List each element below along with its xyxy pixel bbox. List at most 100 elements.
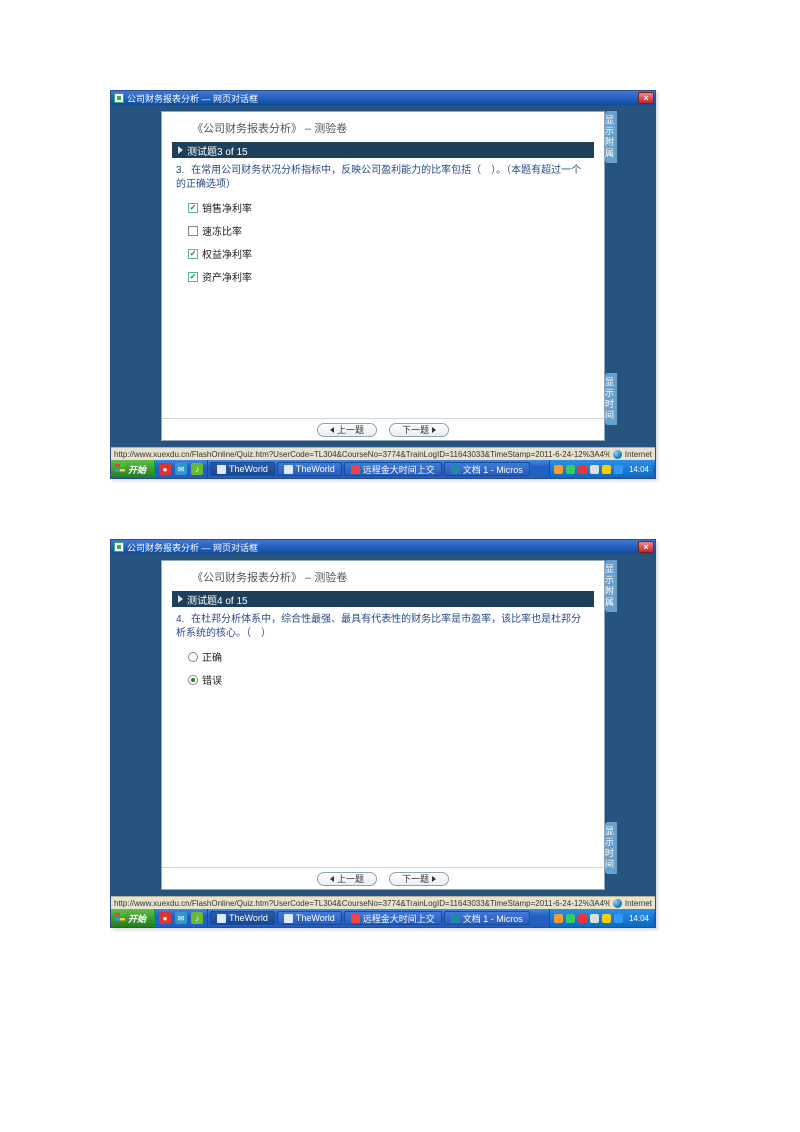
- tray-icon[interactable]: [614, 465, 623, 474]
- app-icon: [284, 465, 293, 474]
- taskbar-button[interactable]: TheWorld: [210, 911, 275, 925]
- prev-button[interactable]: 上一题: [317, 872, 377, 886]
- taskbar-button[interactable]: 文档 1 - Micros: [444, 911, 530, 925]
- screenshot-2: 公司财务报表分析 — 网页对话框 × 显示附属 显示时间 《公司财务报表分析》 …: [110, 539, 656, 928]
- app-icon: [284, 914, 293, 923]
- quick-launch-item[interactable]: ✉: [175, 463, 187, 475]
- question-progress-bar: 测试题3 of 15: [172, 142, 594, 158]
- quick-launch-item[interactable]: ♪: [191, 912, 203, 924]
- taskbar-button[interactable]: TheWorld: [277, 911, 342, 925]
- prev-button[interactable]: 上一题: [317, 423, 377, 437]
- option-label: 资产净利率: [202, 269, 252, 284]
- tray-icon[interactable]: [566, 465, 575, 474]
- tray-icon[interactable]: [554, 465, 563, 474]
- tray-icon[interactable]: [554, 914, 563, 923]
- app-icon: [217, 465, 226, 474]
- quiz-title: 《公司财务报表分析》 – 测验卷: [162, 561, 604, 589]
- side-tab-time[interactable]: 显示时间: [605, 373, 617, 425]
- screenshot-1: 公司财务报表分析 — 网页对话框 × 显示附属 显示时间 《公司财务报表分析》 …: [110, 90, 656, 479]
- question-text: 3. 在常用公司财务状况分析指标中，反映公司盈利能力的比率包括（ ）。（本题有超…: [176, 164, 590, 192]
- tray-icon[interactable]: [578, 465, 587, 474]
- browser-titlebar: 公司财务报表分析 — 网页对话框 ×: [111, 91, 655, 105]
- window-title: 公司财务报表分析 — 网页对话框: [127, 92, 638, 105]
- triangle-left-icon: [330, 427, 334, 433]
- option-row[interactable]: ✓ 速冻比率: [188, 223, 590, 238]
- options-list: ✓ 销售净利率 ✓ 速冻比率 ✓ 权益净利率 ✓: [176, 200, 590, 284]
- status-zone: Internet: [625, 450, 652, 459]
- next-label: 下一题: [402, 872, 429, 885]
- side-tab-attachments[interactable]: 显示附属: [605, 560, 617, 612]
- quick-launch-item[interactable]: ●: [159, 463, 171, 475]
- browser-statusbar: http://www.xuexdu.cn/FlashOnline/Quiz.ht…: [111, 896, 655, 909]
- tray-clock[interactable]: 14:04: [629, 465, 649, 474]
- start-button[interactable]: 开始: [111, 460, 155, 478]
- checkbox-icon[interactable]: ✓: [188, 226, 198, 236]
- next-button[interactable]: 下一题: [389, 872, 449, 886]
- tray-icon[interactable]: [578, 914, 587, 923]
- option-row[interactable]: 正确: [188, 649, 590, 664]
- tray-icon[interactable]: [590, 914, 599, 923]
- tray-icon[interactable]: [590, 465, 599, 474]
- quick-launch: ● ✉ ♪: [155, 909, 208, 927]
- browser-titlebar: 公司财务报表分析 — 网页对话框 ×: [111, 540, 655, 554]
- taskbar-button[interactable]: 文档 1 - Micros: [444, 462, 530, 476]
- taskbar-button[interactable]: TheWorld: [210, 462, 275, 476]
- quiz-card: 《公司财务报表分析》 – 测验卷 测试题4 of 15 4. 在杜邦分析体系中，…: [161, 560, 605, 890]
- taskbar-button[interactable]: 远程金大时间上交: [344, 911, 442, 925]
- checkbox-icon[interactable]: ✓: [188, 203, 198, 213]
- quick-launch-item[interactable]: ✉: [175, 912, 187, 924]
- question-number: 3.: [176, 165, 184, 176]
- tray-icon[interactable]: [566, 914, 575, 923]
- quiz-stage: 显示附属 显示时间 《公司财务报表分析》 – 测验卷 测试题3 of 15 3.…: [111, 105, 655, 447]
- close-button[interactable]: ×: [638, 92, 654, 104]
- next-button[interactable]: 下一题: [389, 423, 449, 437]
- quick-launch-item[interactable]: ♪: [191, 463, 203, 475]
- status-url: http://www.xuexdu.cn/FlashOnline/Quiz.ht…: [114, 899, 610, 908]
- windows-logo-icon: [115, 913, 125, 923]
- tray-icon[interactable]: [614, 914, 623, 923]
- taskbar-button-label: TheWorld: [229, 913, 268, 923]
- quick-launch-item[interactable]: ●: [159, 912, 171, 924]
- taskbar: 开始 ● ✉ ♪ TheWorld TheWorld 远程金大时间上交 文档: [111, 460, 655, 478]
- app-icon: [351, 914, 360, 923]
- close-button[interactable]: ×: [638, 541, 654, 553]
- question-number: 4.: [176, 614, 184, 625]
- question-progress-label: 测试题4 of 15: [187, 592, 248, 607]
- taskbar-button-label: 远程金大时间上交: [363, 463, 435, 476]
- triangle-right-icon: [432, 427, 436, 433]
- option-row[interactable]: ✓ 权益净利率: [188, 246, 590, 261]
- system-tray: 14:04: [549, 909, 653, 927]
- quick-launch: ● ✉ ♪: [155, 460, 208, 478]
- internet-zone-icon: [613, 899, 622, 908]
- taskbar-button[interactable]: TheWorld: [277, 462, 342, 476]
- page-icon: [114, 542, 124, 552]
- tray-icon[interactable]: [602, 914, 611, 923]
- option-row[interactable]: 错误: [188, 672, 590, 687]
- question-progress-bar: 测试题4 of 15: [172, 591, 594, 607]
- taskbar-button[interactable]: 远程金大时间上交: [344, 462, 442, 476]
- taskbar-button-label: 远程金大时间上交: [363, 912, 435, 925]
- next-label: 下一题: [402, 423, 429, 436]
- prev-label: 上一题: [337, 423, 364, 436]
- app-icon: [451, 914, 460, 923]
- side-tab-time[interactable]: 显示时间: [605, 822, 617, 874]
- side-tab-attachments[interactable]: 显示附属: [605, 111, 617, 163]
- radio-icon[interactable]: [188, 652, 198, 662]
- chevron-right-icon: [178, 595, 183, 603]
- taskbar-button-label: 文档 1 - Micros: [463, 912, 523, 925]
- tray-icon[interactable]: [602, 465, 611, 474]
- triangle-right-icon: [432, 876, 436, 882]
- status-zone: Internet: [625, 899, 652, 908]
- quiz-title: 《公司财务报表分析》 – 测验卷: [162, 112, 604, 140]
- start-button[interactable]: 开始: [111, 909, 155, 927]
- nav-row: 上一题 下一题: [162, 867, 604, 889]
- system-tray: 14:04: [549, 460, 653, 478]
- triangle-left-icon: [330, 876, 334, 882]
- checkbox-icon[interactable]: ✓: [188, 249, 198, 259]
- checkbox-icon[interactable]: ✓: [188, 272, 198, 282]
- tray-clock[interactable]: 14:04: [629, 914, 649, 923]
- browser-statusbar: http://www.xuexdu.cn/FlashOnline/Quiz.ht…: [111, 447, 655, 460]
- option-row[interactable]: ✓ 销售净利率: [188, 200, 590, 215]
- radio-icon[interactable]: [188, 675, 198, 685]
- option-row[interactable]: ✓ 资产净利率: [188, 269, 590, 284]
